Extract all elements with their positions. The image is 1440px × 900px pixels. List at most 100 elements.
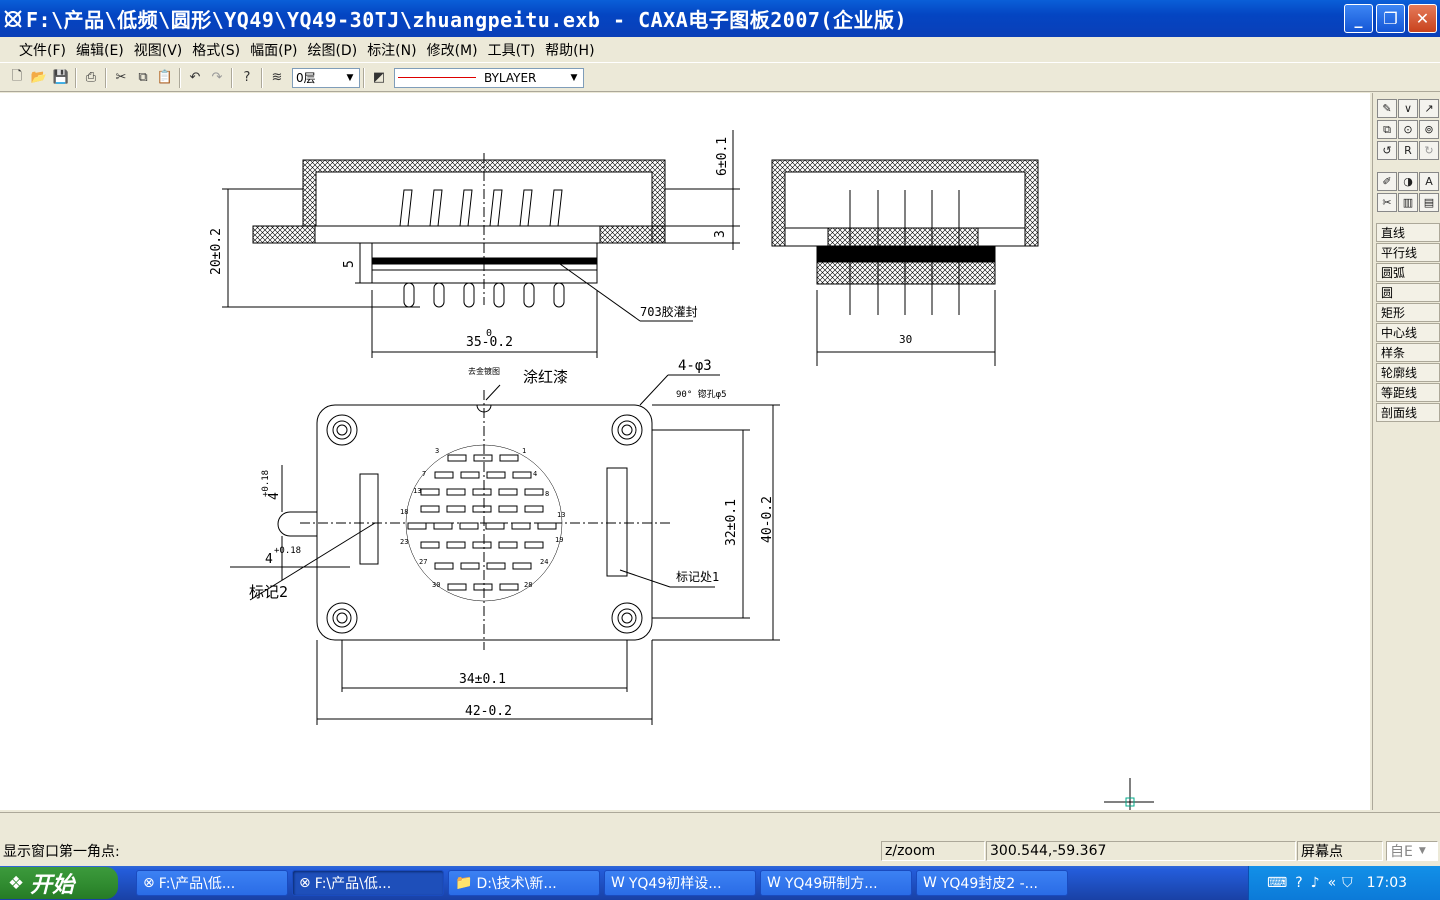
linetype-value: BYLAYER — [484, 70, 537, 85]
copy-icon[interactable]: ⧉ — [132, 67, 154, 89]
mark1-label: 标记处1 — [676, 570, 719, 584]
mark2-label: 标记2 — [249, 583, 288, 601]
dim-5: 5 — [342, 260, 357, 268]
tool-circle[interactable]: 圆 — [1376, 283, 1440, 302]
fill-icon[interactable]: ◑ — [1398, 172, 1418, 191]
windows-logo-icon: ❖ — [8, 872, 25, 894]
close-button[interactable]: ✕ — [1408, 4, 1437, 33]
layer-value: 0层 — [296, 71, 316, 85]
taskbar-button[interactable]: ⊗ F:\产品\低... — [136, 870, 288, 896]
tool-profile-line[interactable]: 轮廓线 — [1376, 363, 1440, 382]
chevron-down-icon: ▼ — [1418, 846, 1426, 856]
caxa-app-icon[interactable] — [2, 8, 24, 30]
drawing-canvas[interactable]: 20±0.2 6±0.1 3 5 35-0.2 0 703胶灌封 30 涂红漆 … — [0, 93, 1370, 812]
rotate-icon[interactable]: ↺ — [1377, 141, 1397, 160]
trim-icon[interactable]: ✂ — [1377, 193, 1397, 212]
menu-format[interactable]: 格式(S) — [187, 40, 245, 60]
menu-edit[interactable]: 编辑(E) — [71, 40, 129, 60]
menu-sheet[interactable]: 幅面(P) — [245, 40, 302, 60]
folder-icon: 📁 — [455, 875, 473, 891]
status-bar: 显示窗口第一角点: z/zoom 300.544,-59.367 屏幕点 自E … — [0, 839, 1440, 863]
menu-view[interactable]: 视图(V) — [129, 40, 188, 60]
text-icon[interactable]: A — [1419, 172, 1439, 191]
help-tray-icon[interactable]: ? — [1295, 875, 1302, 891]
standard-toolbar: 🗋 📂 💾 ⎙ ✂ ⧉ 📋 ↶ ↷ ? ≋ 0层 ▼ ◩ BYLAYER ▼ — [0, 64, 1440, 92]
dim-42: 42-0.2 — [465, 704, 512, 719]
layer-select[interactable]: 0层 ▼ — [292, 67, 360, 88]
taskbar-button[interactable]: W YQ49研制方... — [760, 870, 912, 896]
security-shield-icon[interactable]: ⛉ — [1342, 875, 1353, 891]
taskbar-button-label: D:\技术\新... — [476, 876, 557, 892]
print-icon[interactable]: ⎙ — [80, 67, 102, 89]
word-doc-icon: W — [923, 875, 937, 891]
dim-6: 6±0.1 — [715, 137, 730, 176]
paint-note: 涂红漆 — [523, 368, 568, 386]
taskbar-button[interactable]: 📁 D:\技术\新... — [448, 870, 600, 896]
pin-number: 4 — [533, 470, 537, 478]
dim-30: 30 — [899, 333, 912, 346]
paint-subnote: 去金镀图 — [468, 366, 500, 376]
menu-file[interactable]: 文件(F) — [14, 40, 71, 60]
table-icon[interactable]: ▤ — [1419, 193, 1439, 212]
snap-mode[interactable]: 屏幕点 — [1297, 841, 1383, 861]
volume-icon[interactable]: ♪ — [1311, 875, 1320, 891]
help-icon[interactable]: ? — [236, 67, 258, 89]
menu-draw[interactable]: 绘图(D) — [302, 40, 362, 60]
mode-select[interactable]: 自E ▼ — [1386, 841, 1438, 861]
restore-button[interactable]: ❐ — [1376, 4, 1405, 33]
close-icon: ✕ — [1415, 9, 1430, 28]
tool-arc[interactable]: 圆弧 — [1376, 263, 1440, 282]
mode-value: 自E — [1390, 844, 1413, 860]
tool-hatch[interactable]: 剖面线 — [1376, 403, 1440, 422]
dim-4a-tol: +0.18 — [261, 470, 271, 497]
pin-number: 13 — [413, 487, 421, 495]
menu-dimension[interactable]: 标注(N) — [362, 40, 421, 60]
tool-spline[interactable]: 样条 — [1376, 343, 1440, 362]
menu-help[interactable]: 帮助(H) — [540, 40, 599, 60]
caxa-icon: ⊗ — [143, 875, 155, 891]
pen-icon[interactable]: ✎ — [1377, 99, 1397, 118]
save-icon[interactable]: 💾 — [50, 67, 72, 89]
tool-line[interactable]: 直线 — [1376, 223, 1440, 242]
taskbar-button-label: F:\产品\低... — [314, 876, 392, 892]
linetype-select[interactable]: BYLAYER ▼ — [394, 67, 584, 88]
pin-number: 3 — [435, 447, 439, 455]
color-icon[interactable]: ◩ — [368, 67, 390, 89]
tool-rectangle[interactable]: 矩形 — [1376, 303, 1440, 322]
cut-icon[interactable]: ✂ — [110, 67, 132, 89]
brush-icon[interactable]: ✐ — [1377, 172, 1397, 191]
zoom-icon[interactable]: ⊚ — [1419, 120, 1439, 139]
block-icon[interactable]: ▥ — [1398, 193, 1418, 212]
current-command: z/zoom — [881, 841, 985, 861]
sealant-note: 703胶灌封 — [640, 304, 698, 319]
new-file-icon[interactable]: 🗋 — [6, 67, 28, 89]
taskbar-button[interactable]: W YQ49封皮2 -... — [916, 870, 1068, 896]
layer-icon[interactable]: ≋ — [266, 67, 288, 89]
taskbar-button[interactable]: ⊗ F:\产品\低... — [292, 870, 444, 896]
horizontal-scrollbar[interactable] — [0, 812, 1440, 836]
start-button[interactable]: ❖ 开始 — [0, 867, 118, 899]
expand-tray-icon[interactable]: « — [1328, 875, 1337, 891]
menu-modify[interactable]: 修改(M) — [422, 40, 483, 60]
angle-icon[interactable]: ∨ — [1398, 99, 1418, 118]
open-folder-icon[interactable]: 📂 — [28, 67, 50, 89]
paste-icon[interactable]: 📋 — [154, 67, 176, 89]
tool-centerline[interactable]: 中心线 — [1376, 323, 1440, 342]
tool-parallel-line[interactable]: 平行线 — [1376, 243, 1440, 262]
keyboard-icon[interactable]: ⌨ — [1267, 875, 1287, 891]
undo-icon[interactable]: ↶ — [184, 67, 206, 89]
arrow-tool-icon[interactable]: ↗ — [1419, 99, 1439, 118]
clock: 17:03 — [1366, 875, 1408, 891]
copy-shape-icon[interactable]: ⧉ — [1377, 120, 1397, 139]
dim-20: 20±0.2 — [209, 228, 224, 275]
pin-number: 23 — [400, 538, 408, 546]
refresh-icon[interactable]: ↻ — [1419, 141, 1439, 160]
menu-tools[interactable]: 工具(T) — [483, 40, 540, 60]
redraw-icon[interactable]: R — [1398, 141, 1418, 160]
zoom-window-icon[interactable]: ⊙ — [1398, 120, 1418, 139]
taskbar-button[interactable]: W YQ49初样设... — [604, 870, 756, 896]
dim-35-sup: 0 — [486, 328, 492, 339]
tool-offset-line[interactable]: 等距线 — [1376, 383, 1440, 402]
redo-icon[interactable]: ↷ — [206, 67, 228, 89]
minimize-button[interactable]: _ — [1344, 4, 1373, 33]
